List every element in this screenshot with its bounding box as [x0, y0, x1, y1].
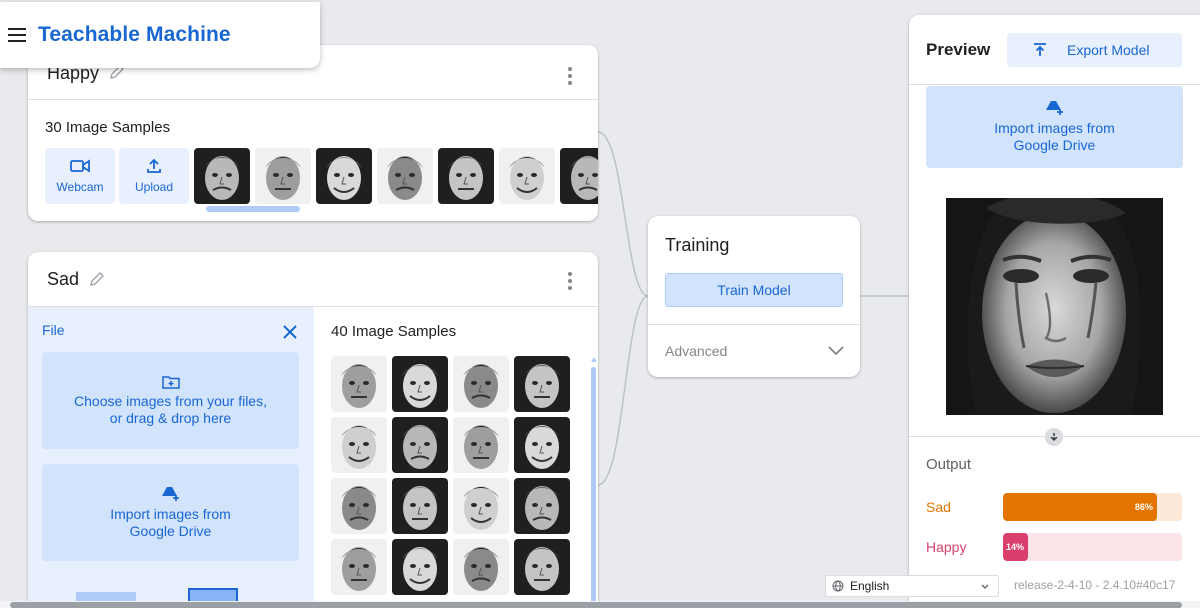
samples-count: 40 Image Samples — [331, 323, 457, 340]
pencil-icon[interactable] — [89, 271, 105, 287]
sample-thumbnail[interactable] — [514, 478, 570, 534]
advanced-label: Advanced — [665, 343, 728, 359]
horizontal-scrollbar[interactable] — [196, 206, 596, 212]
training-title: Training — [665, 235, 730, 255]
more-vert-icon[interactable] — [568, 272, 572, 290]
divider — [909, 436, 1200, 437]
class-card-sad: Sad File Choose images from your files, … — [28, 252, 598, 608]
sample-thumbnail[interactable] — [392, 478, 448, 534]
sample-thumbnail[interactable] — [438, 148, 494, 204]
sample-thumbnail[interactable] — [560, 148, 598, 204]
sample-thumbnail[interactable] — [514, 539, 570, 595]
more-vert-icon[interactable] — [568, 67, 572, 85]
preview-title: Preview — [926, 40, 991, 59]
confidence-fill: 14% — [1003, 533, 1029, 561]
webcam-button[interactable]: Webcam — [45, 148, 115, 204]
sample-thumbnail[interactable] — [392, 356, 448, 412]
upload-button[interactable]: Upload — [119, 148, 189, 204]
preview-header: Preview Export Model — [909, 15, 1200, 85]
choose-files-dropzone[interactable]: Choose images from your files, or drag &… — [42, 352, 299, 449]
menu-icon[interactable] — [8, 28, 26, 42]
drive-import-line2: Google Drive — [129, 522, 212, 539]
drive-add-icon — [161, 486, 179, 501]
upload-icon — [147, 158, 161, 173]
source-tab-indicator — [188, 588, 238, 602]
chevron-down-icon — [981, 584, 989, 589]
sample-thumbnail[interactable] — [194, 148, 250, 204]
horizontal-page-scrollbar[interactable] — [0, 601, 1200, 608]
sample-thumbnail[interactable] — [331, 417, 387, 473]
advanced-toggle[interactable]: Advanced — [648, 325, 860, 377]
vertical-scrollbar[interactable] — [591, 357, 597, 607]
class-name[interactable]: Sad — [47, 269, 79, 290]
output-class-label: Happy — [926, 539, 967, 555]
sample-thumbnail[interactable] — [316, 148, 372, 204]
arrow-down-icon — [1045, 428, 1063, 446]
sample-thumbnail[interactable] — [499, 148, 555, 204]
file-panel-title: File — [42, 322, 65, 338]
sample-thumbnail[interactable] — [392, 417, 448, 473]
drive-add-icon — [1045, 101, 1063, 115]
confidence-bar: 86% — [1003, 493, 1182, 521]
export-model-button[interactable]: Export Model — [1007, 33, 1182, 67]
webcam-label: Webcam — [56, 180, 104, 194]
sample-thumbnail[interactable] — [331, 478, 387, 534]
training-card: Training Train Model Advanced — [648, 216, 860, 377]
preview-input-image — [946, 198, 1163, 415]
sample-thumbnail[interactable] — [514, 417, 570, 473]
upload-label: Upload — [134, 180, 174, 194]
sample-thumbnail[interactable] — [453, 539, 509, 595]
samples-count: 30 Image Samples — [45, 119, 171, 136]
sample-thumbnail[interactable] — [453, 417, 509, 473]
chevron-down-icon — [828, 346, 844, 356]
release-label: release-2-4-10 - 2.4.10#40c17 — [1014, 578, 1176, 592]
close-icon[interactable] — [283, 325, 297, 339]
output-class-label: Sad — [926, 499, 951, 515]
file-upload-panel: File Choose images from your files, or d… — [28, 307, 314, 608]
sample-thumbnail[interactable] — [255, 148, 311, 204]
confidence-fill: 86% — [1003, 493, 1157, 521]
sample-thumbnail[interactable] — [377, 148, 433, 204]
google-drive-import-button[interactable]: Import images from Google Drive — [42, 464, 299, 561]
class-header: Sad — [28, 252, 598, 307]
sample-thumbnail[interactable] — [453, 356, 509, 412]
language-select[interactable]: English — [825, 575, 999, 597]
output-title: Output — [926, 456, 972, 473]
globe-icon — [832, 580, 844, 592]
preview-google-drive-import[interactable]: Import images from Google Drive — [926, 86, 1183, 168]
webcam-icon — [70, 159, 90, 173]
drive-import-line1: Import images from — [110, 505, 231, 522]
sample-thumbnail[interactable] — [331, 539, 387, 595]
drive-import-line1: Import images from — [994, 120, 1115, 136]
language-label: English — [850, 579, 890, 593]
folder-add-icon — [161, 375, 180, 389]
export-icon — [1034, 43, 1046, 56]
sample-thumbnail[interactable] — [331, 356, 387, 412]
app-header: Teachable Machine — [0, 2, 320, 68]
drive-import-line2: Google Drive — [1013, 137, 1096, 153]
app-title[interactable]: Teachable Machine — [38, 23, 231, 47]
train-model-button[interactable]: Train Model — [665, 273, 843, 307]
sample-thumbnail[interactable] — [453, 478, 509, 534]
class-card-happy: Happy 30 Image Samples Webcam Upload — [28, 45, 598, 221]
confidence-bar: 14% — [1003, 533, 1182, 561]
sample-thumbnail[interactable] — [392, 539, 448, 595]
choose-files-line1: Choose images from your files, — [74, 392, 267, 409]
export-model-label: Export Model — [1067, 42, 1150, 58]
choose-files-line2: or drag & drop here — [109, 409, 232, 426]
sample-thumbnail[interactable] — [514, 356, 570, 412]
